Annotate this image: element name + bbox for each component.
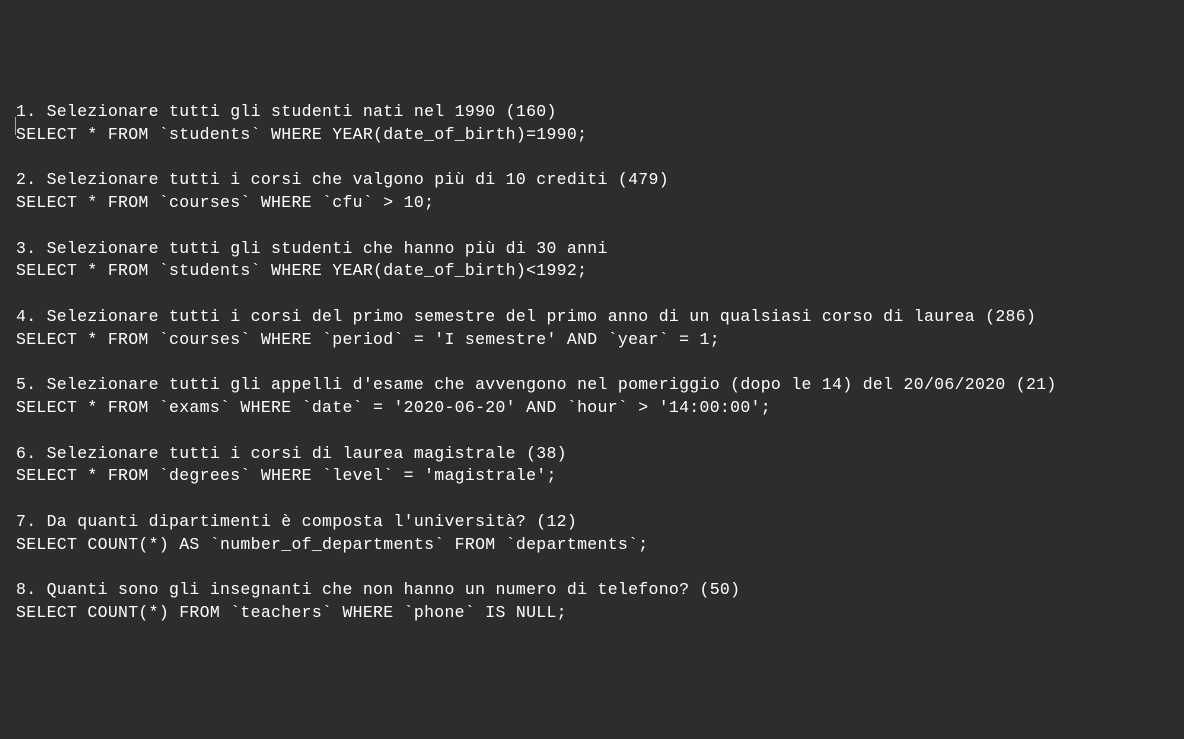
- code-line: SELECT * FROM `students` WHERE YEAR(date…: [16, 125, 598, 144]
- code-line: SELECT * FROM `courses` WHERE `cfu` > 10…: [16, 193, 434, 212]
- code-line: SELECT * FROM `degrees` WHERE `level` = …: [16, 466, 557, 485]
- code-line: SELECT * FROM `exams` WHERE `date` = '20…: [16, 398, 771, 417]
- code-line: 8. Quanti sono gli insegnanti che non ha…: [16, 580, 740, 599]
- code-line: SELECT COUNT(*) FROM `teachers` WHERE `p…: [16, 603, 567, 622]
- code-line: SELECT COUNT(*) AS `number_of_department…: [16, 535, 649, 554]
- code-line: 1. Selezionare tutti gli studenti nati n…: [16, 102, 557, 121]
- code-line: 3. Selezionare tutti gli studenti che ha…: [16, 239, 608, 258]
- code-line: 6. Selezionare tutti i corsi di laurea m…: [16, 444, 567, 463]
- code-line: 7. Da quanti dipartimenti è composta l'u…: [16, 512, 577, 531]
- code-line: 4. Selezionare tutti i corsi del primo s…: [16, 307, 1036, 326]
- code-line: SELECT * FROM `courses` WHERE `period` =…: [16, 330, 720, 349]
- code-line: 2. Selezionare tutti i corsi che valgono…: [16, 170, 669, 189]
- code-line: SELECT * FROM `students` WHERE YEAR(date…: [16, 261, 587, 280]
- code-line: 5. Selezionare tutti gli appelli d'esame…: [16, 375, 1057, 394]
- code-editor-content[interactable]: 1. Selezionare tutti gli studenti nati n…: [16, 101, 1168, 625]
